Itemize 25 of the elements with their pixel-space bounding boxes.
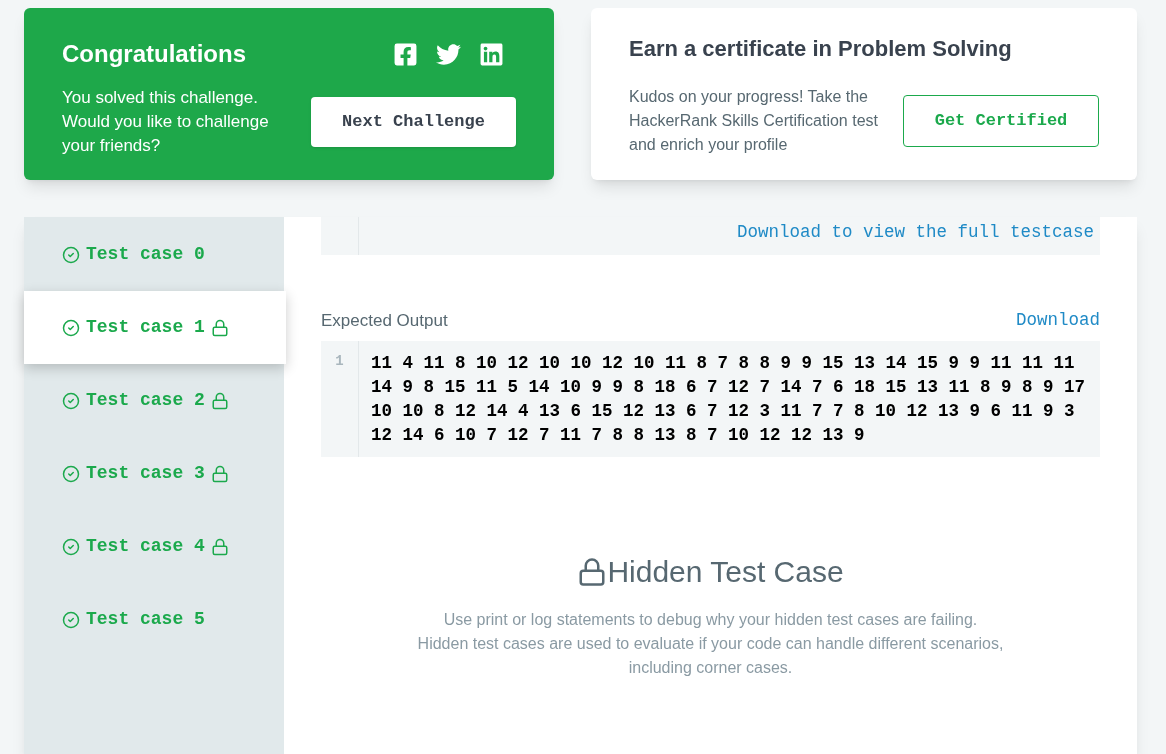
download-link[interactable]: Download <box>1016 307 1100 334</box>
facebook-icon[interactable] <box>393 41 418 67</box>
test-case-tab[interactable]: Test case 1 <box>24 291 286 364</box>
test-case-label: Test case 0 <box>86 243 205 266</box>
test-case-label: Test case 2 <box>86 389 205 412</box>
test-case-label: Test case 4 <box>86 535 205 558</box>
test-case-label: Test case 5 <box>86 608 205 631</box>
test-case-label: Test case 3 <box>86 462 205 485</box>
lock-icon <box>577 556 608 587</box>
card-message: You solved this challenge. Would you like to challenge your friends? <box>62 87 270 157</box>
section-label: Expected Output <box>321 309 448 332</box>
hidden-test-case-title: Hidden Test Case <box>607 554 844 591</box>
next-challenge-button[interactable]: Next Challenge <box>311 97 516 147</box>
linkedin-icon[interactable] <box>479 41 504 67</box>
hint-text: Hidden test cases are used to evaluate if your code can handle different scenarios, including corner cases. <box>416 634 1005 679</box>
test-case-label: Test case 1 <box>86 316 205 339</box>
card-title: Earn a certificate in Problem Solving <box>629 35 1013 63</box>
download-full-testcase-link[interactable]: Download to view the full testcase <box>736 217 1100 255</box>
output-text: 11 4 11 8 10 12 10 10 12 10 11 8 7 8 8 9 9 15 13 14 15 9 9 11 11 11 14 9 8 15 11 5 14 10 9 9 8 18 6 7 12 7 14 7 6 18 15 13 11 8 9 8 9 17 10 10 8 12 14 4 13 6 15 12 13 6 7 12 3 11 7 7 8 10 12 13 9 6 11 9 3 12 14 6 10 7 12 7 11 7 8 8 13 8 7 10 12 12 13 9 <box>370 352 1087 448</box>
twitter-icon[interactable] <box>436 41 461 67</box>
hint-text: Use print or log statements to debug why your hidden test cases are failing. <box>443 610 978 631</box>
get-certified-button[interactable]: Get Certified <box>903 95 1099 147</box>
card-message: Kudos on your progress! Take the HackerRank Skills Certification test and enrich your profile <box>629 87 879 155</box>
line-number: 1 <box>335 352 344 372</box>
card-title: Congratulations <box>62 39 246 69</box>
